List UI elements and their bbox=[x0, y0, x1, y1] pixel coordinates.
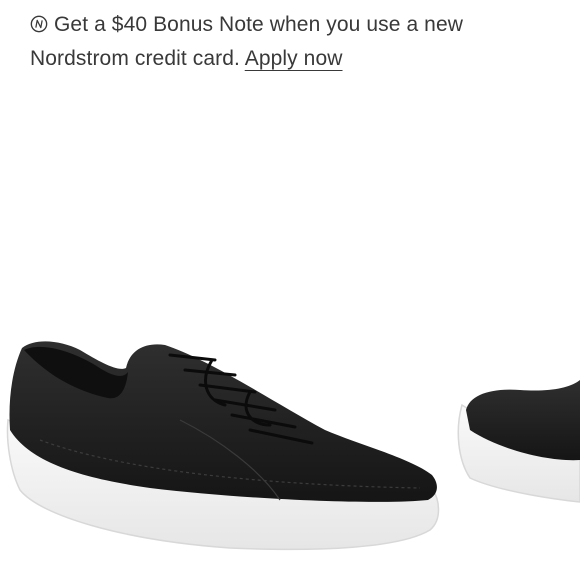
promo-line-2: Nordstrom credit card. Apply now bbox=[30, 42, 570, 76]
promo-line-1: Get a $40 Bonus Note when you use a new bbox=[30, 8, 570, 42]
promo-text-2: Nordstrom credit card. bbox=[30, 47, 240, 70]
sneaker-partial-image bbox=[457, 380, 580, 503]
product-image bbox=[6, 341, 580, 551]
apply-now-link[interactable]: Apply now bbox=[245, 47, 343, 70]
nordstrom-n-icon bbox=[30, 15, 48, 33]
sneaker-main-image bbox=[6, 341, 440, 551]
promo-text-1: Get a $40 Bonus Note when you use a new bbox=[54, 13, 464, 36]
promo-banner: Get a $40 Bonus Note when you use a new … bbox=[30, 8, 570, 76]
